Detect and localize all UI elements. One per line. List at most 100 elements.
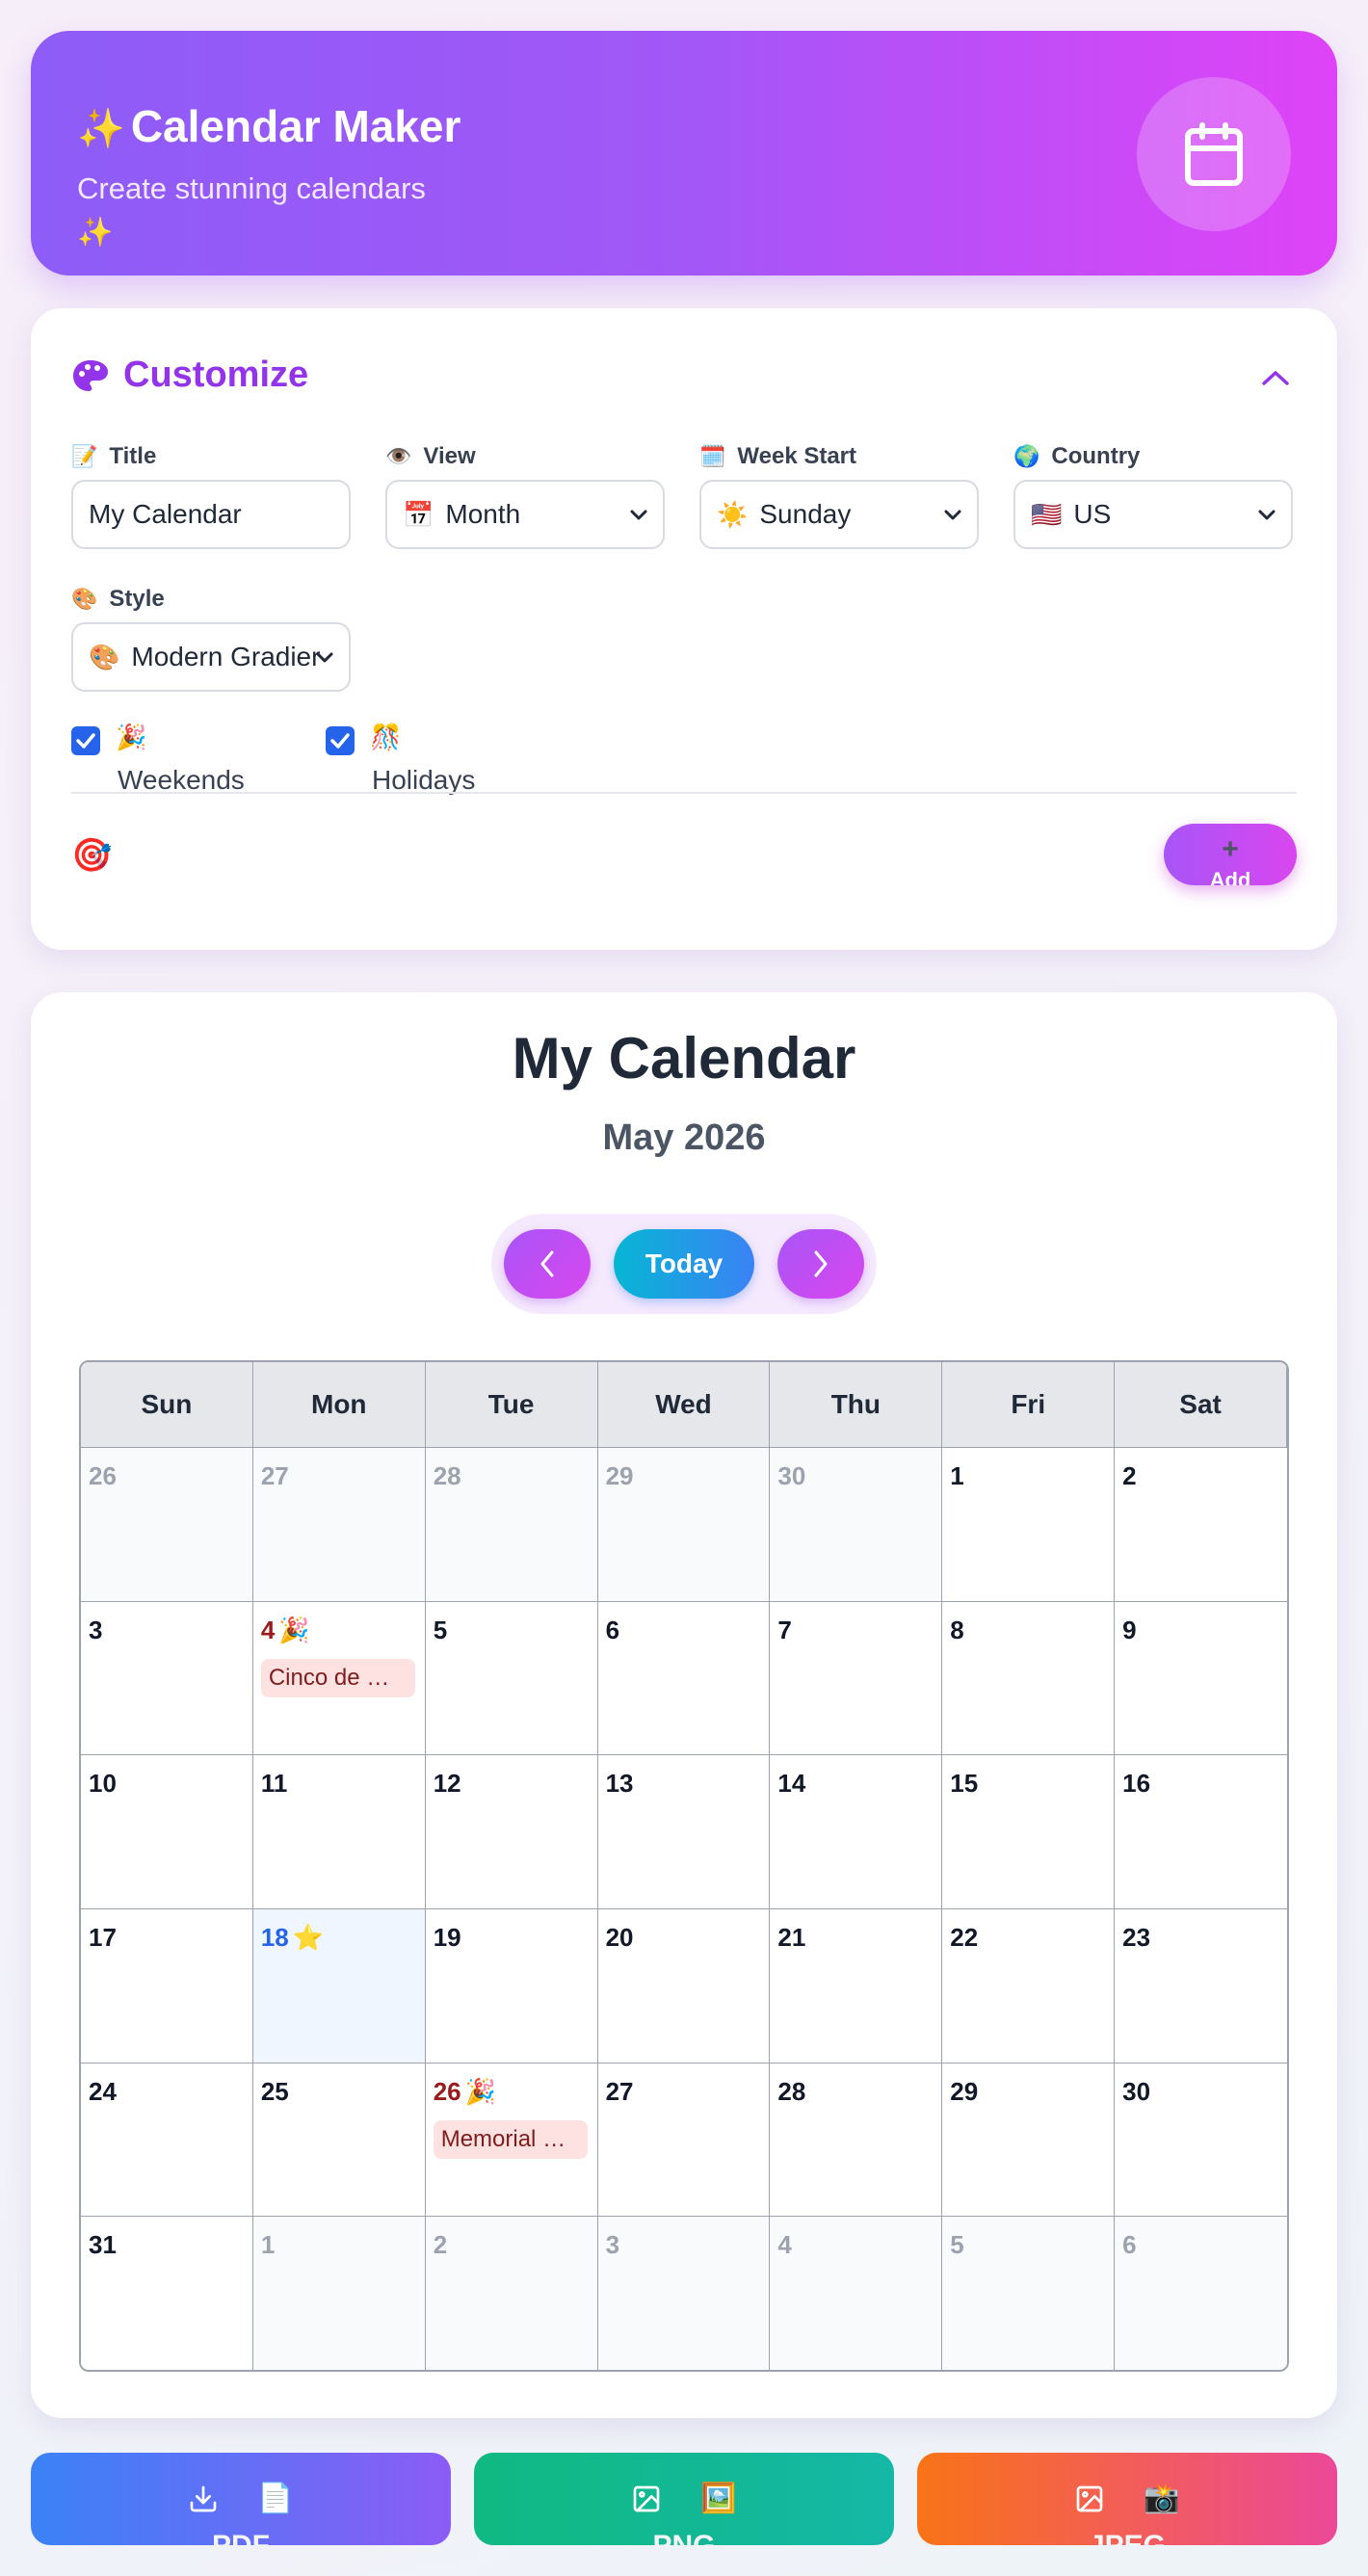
weekday-header: Sat <box>1115 1362 1287 1447</box>
country-select[interactable]: 🇺🇸 US <box>1013 480 1293 549</box>
day-number: 23 <box>1122 1923 1150 1953</box>
day-number: 18 ⭐ <box>261 1923 324 1953</box>
day-number-text: 10 <box>89 1769 117 1799</box>
view-select[interactable]: 📅 Month <box>385 480 665 549</box>
day-cell[interactable]: 25 <box>252 2062 426 2217</box>
weekends-checkbox[interactable] <box>71 726 100 755</box>
style-select[interactable]: 🎨 Modern Gradient <box>71 622 351 692</box>
day-cell[interactable]: 5 <box>942 2216 1116 2370</box>
day-number-text: 3 <box>605 2230 620 2260</box>
sun-icon: ☀️ <box>717 499 749 529</box>
calendar-badge <box>1137 77 1291 231</box>
palette-icon <box>73 359 108 391</box>
day-cell[interactable]: 28 <box>425 1447 598 1601</box>
week-start-select[interactable]: ☀️ Sunday <box>699 480 979 549</box>
day-number: 9 <box>1122 1616 1136 1645</box>
next-month-button[interactable] <box>777 1229 864 1299</box>
day-cell[interactable]: 31 <box>81 2216 253 2370</box>
image-icon <box>633 2485 660 2511</box>
day-cell[interactable]: 6 <box>1115 2216 1287 2370</box>
add-event-button[interactable]: + Add <box>1164 824 1297 885</box>
day-cell-today[interactable]: 18 ⭐ <box>252 1908 426 2063</box>
day-number-text: 1 <box>260 2230 276 2260</box>
day-cell[interactable]: 28 <box>770 2062 943 2217</box>
day-cell[interactable]: 1 <box>942 1447 1116 1601</box>
calendar-title: My Calendar <box>512 1026 856 1091</box>
day-cell[interactable]: 24 <box>81 2062 253 2217</box>
day-cell[interactable]: 8 <box>942 1600 1116 1755</box>
plus-icon: + <box>1222 833 1239 865</box>
day-number-text: 21 <box>777 1923 806 1952</box>
day-cell[interactable]: 15 <box>942 1754 1116 1908</box>
us-flag-icon: 🇺🇸 <box>1031 499 1063 529</box>
target-icon: 🎯 <box>71 837 113 874</box>
month-navigation: Today <box>491 1214 877 1314</box>
day-number: 11 <box>261 1769 288 1799</box>
customize-divider <box>71 792 1297 794</box>
day-number: 16 <box>1122 1769 1150 1799</box>
day-cell[interactable]: 1 <box>252 2216 426 2370</box>
holiday-event[interactable]: Cinco de Mayo <box>260 1658 415 1697</box>
day-cell[interactable]: 20 <box>597 1908 771 2063</box>
export-png-label: PNG <box>474 2530 894 2545</box>
collapse-button[interactable] <box>1256 358 1295 397</box>
view-select-value: Month <box>445 499 521 529</box>
title-input[interactable] <box>89 499 333 530</box>
export-jpeg-button[interactable]: 📸 JPEG <box>917 2453 1337 2545</box>
day-cell[interactable]: 7 <box>770 1600 943 1755</box>
day-cell[interactable]: 4 🎉 Cinco de Mayo <box>252 1600 426 1755</box>
export-png-button[interactable]: 🖼️ PNG <box>474 2453 894 2545</box>
day-cell[interactable]: 9 <box>1115 1600 1287 1755</box>
day-number: 2 <box>434 2230 447 2260</box>
export-pdf-button[interactable]: 📄 PDF <box>31 2453 451 2545</box>
day-number: 10 <box>89 1769 117 1799</box>
day-cell[interactable]: 23 <box>1115 1908 1287 2063</box>
day-number-text: 23 <box>1122 1923 1151 1952</box>
day-cell[interactable]: 27 <box>597 2062 771 2217</box>
day-cell[interactable]: 2 <box>1115 1447 1287 1601</box>
day-cell[interactable]: 22 <box>942 1908 1116 2063</box>
day-cell[interactable]: 30 <box>1115 2062 1287 2217</box>
calendar-grid: Sun Mon Tue Wed Thu Fri Sat 26 27 28 29 30 1 2 3 4 🎉 Cinc… <box>79 1360 1289 2372</box>
title-input-wrap <box>71 480 351 549</box>
chevron-up-icon <box>1262 371 1289 385</box>
day-number-text: 26 <box>89 1461 117 1490</box>
day-number-text: 6 <box>1122 2230 1137 2260</box>
day-cell[interactable]: 26 <box>81 1447 253 1601</box>
day-cell[interactable]: 26 🎉 Memorial Day <box>425 2062 598 2217</box>
day-cell[interactable]: 3 <box>81 1600 253 1755</box>
day-cell[interactable]: 19 <box>425 1908 598 2063</box>
day-number-text: 19 <box>433 1923 461 1952</box>
day-cell[interactable]: 16 <box>1115 1754 1287 1908</box>
day-cell[interactable]: 12 <box>425 1754 598 1908</box>
prev-month-button[interactable] <box>504 1229 591 1299</box>
day-number-text: 9 <box>1122 1615 1137 1644</box>
day-cell[interactable]: 14 <box>770 1754 943 1908</box>
day-cell[interactable]: 21 <box>770 1908 943 2063</box>
day-number: 5 <box>434 1616 447 1645</box>
style-label-text: Style <box>109 586 165 612</box>
day-cell[interactable]: 4 <box>770 2216 943 2370</box>
day-cell[interactable]: 6 <box>597 1600 771 1755</box>
day-cell[interactable]: 29 <box>942 2062 1116 2217</box>
holiday-event[interactable]: Memorial Day <box>433 2119 588 2159</box>
day-cell[interactable]: 10 <box>81 1754 253 1908</box>
weekday-header: Mon <box>252 1362 426 1447</box>
day-cell[interactable]: 29 <box>597 1447 771 1601</box>
today-button[interactable]: Today <box>614 1229 754 1299</box>
day-cell[interactable]: 30 <box>770 1447 943 1601</box>
day-number: 26 <box>89 1461 117 1491</box>
app-subtitle: Create stunning calendars <box>77 171 426 205</box>
day-number-text: 16 <box>1122 1769 1151 1799</box>
holidays-checkbox[interactable] <box>326 726 355 755</box>
calendar-month: May 2026 <box>602 1117 766 1158</box>
day-cell[interactable]: 27 <box>252 1447 426 1601</box>
day-number: 14 <box>777 1769 805 1799</box>
day-cell[interactable]: 17 <box>81 1908 253 2063</box>
chevron-down-icon <box>944 510 961 520</box>
day-cell[interactable]: 11 <box>252 1754 426 1908</box>
day-cell[interactable]: 3 <box>597 2216 771 2370</box>
day-cell[interactable]: 5 <box>425 1600 598 1755</box>
day-cell[interactable]: 13 <box>597 1754 771 1908</box>
day-cell[interactable]: 2 <box>425 2216 598 2370</box>
